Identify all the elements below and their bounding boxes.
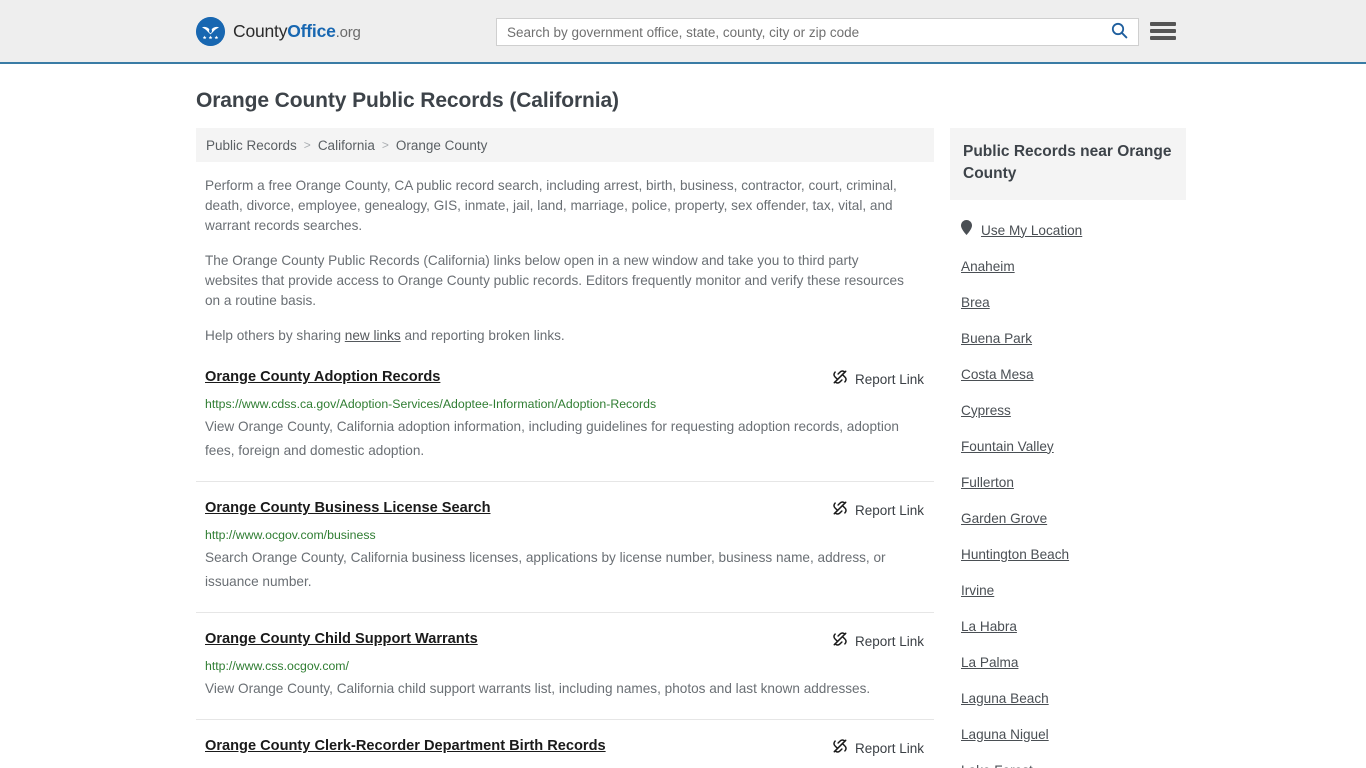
record-header: Orange County Business License Search Re… [205, 499, 934, 521]
help-suffix-text: and reporting broken links. [400, 328, 565, 343]
report-link-label: Report Link [854, 372, 924, 387]
sidebar-item-la-habra[interactable]: La Habra [950, 608, 1186, 644]
search-button[interactable] [1100, 19, 1138, 45]
records-list: Orange County Adoption Records Report Li… [196, 368, 934, 768]
site-logo[interactable]: CountyOffice.org [196, 16, 361, 46]
city-link[interactable]: Buena Park [961, 331, 1032, 346]
city-link[interactable]: Laguna Beach [961, 691, 1049, 706]
page-title: Orange County Public Records (California… [196, 89, 619, 112]
record-title-link[interactable]: Orange County Adoption Records [205, 368, 440, 387]
logo-text-office: Office [287, 20, 336, 41]
search-bar [496, 18, 1139, 46]
report-link-label: Report Link [854, 503, 924, 518]
breadcrumb-separator-1: > [303, 138, 311, 152]
sidebar: Public Records near Orange County Use My… [950, 128, 1186, 768]
broken-link-icon [832, 738, 848, 759]
city-link[interactable]: Cypress [961, 403, 1011, 418]
help-prefix-text: Help others by sharing [205, 328, 345, 343]
intro-paragraph-2: The Orange County Public Records (Califo… [205, 253, 904, 308]
sidebar-header-panel: Public Records near Orange County [950, 128, 1186, 200]
sidebar-title: Public Records near Orange County [963, 143, 1172, 182]
sidebar-item-la-palma[interactable]: La Palma [950, 644, 1186, 680]
sidebar-item-cypress[interactable]: Cypress [950, 392, 1186, 428]
record-header: Orange County Adoption Records Report Li… [205, 368, 934, 390]
city-link[interactable]: Irvine [961, 583, 994, 598]
record-url-link[interactable]: http://www.ocgov.com/business [205, 527, 934, 543]
city-link[interactable]: Fullerton [961, 475, 1014, 490]
record-item: Orange County Clerk-Recorder Department … [196, 720, 934, 768]
breadcrumb-item-orange-county: Orange County [395, 137, 488, 153]
record-title-link[interactable]: Orange County Child Support Warrants [205, 630, 478, 649]
city-link[interactable]: Lake Forest [961, 763, 1033, 768]
breadcrumb: Public Records > California > Orange Cou… [196, 128, 934, 162]
sidebar-item-lake-forest[interactable]: Lake Forest [950, 752, 1186, 768]
hamburger-menu-icon-bar-2 [1150, 29, 1176, 33]
sidebar-item-fountain-valley[interactable]: Fountain Valley [950, 428, 1186, 464]
hamburger-menu-icon-bar-3 [1150, 36, 1176, 40]
city-link[interactable]: Huntington Beach [961, 547, 1069, 562]
record-item: Orange County Business License Search Re… [196, 482, 934, 613]
breadcrumb-item-california[interactable]: California [318, 138, 375, 153]
city-link[interactable]: Fountain Valley [961, 439, 1054, 454]
sidebar-item-brea[interactable]: Brea [950, 284, 1186, 320]
sidebar-item-laguna-beach[interactable]: Laguna Beach [950, 680, 1186, 716]
broken-link-icon [832, 369, 848, 390]
breadcrumb-item-public-records[interactable]: Public Records [206, 138, 297, 153]
city-link[interactable]: Garden Grove [961, 511, 1047, 526]
city-link[interactable]: La Palma [961, 655, 1018, 670]
report-link-label: Report Link [854, 634, 924, 649]
record-title-link[interactable]: Orange County Clerk-Recorder Department … [205, 737, 606, 756]
breadcrumb-separator-2: > [381, 138, 389, 152]
search-icon [1111, 22, 1128, 42]
search-input[interactable] [497, 19, 1100, 45]
sidebar-item-costa-mesa[interactable]: Costa Mesa [950, 356, 1186, 392]
record-title-link[interactable]: Orange County Business License Search [205, 499, 490, 518]
city-link[interactable]: La Habra [961, 619, 1017, 634]
city-link[interactable]: Costa Mesa [961, 367, 1034, 382]
sidebar-item-fullerton[interactable]: Fullerton [950, 464, 1186, 500]
content-columns: Public Records > California > Orange Cou… [196, 128, 1186, 768]
hamburger-menu-button[interactable] [1150, 20, 1176, 42]
intro-paragraph-1: Perform a free Orange County, CA public … [205, 178, 897, 233]
record-header: Orange County Clerk-Recorder Department … [205, 737, 934, 759]
help-paragraph: Help others by sharing new links and rep… [205, 326, 915, 346]
sidebar-item-use-my-location[interactable]: Use My Location [950, 212, 1186, 248]
location-pin-icon [961, 220, 972, 240]
sidebar-item-anaheim[interactable]: Anaheim [950, 248, 1186, 284]
main-column: Public Records > California > Orange Cou… [196, 128, 934, 768]
record-description: Search Orange County, California busines… [205, 550, 886, 589]
broken-link-icon [832, 631, 848, 652]
use-my-location-link[interactable]: Use My Location [981, 223, 1082, 238]
sidebar-item-huntington-beach[interactable]: Huntington Beach [950, 536, 1186, 572]
report-link-label: Report Link [854, 741, 924, 756]
site-logo-text: CountyOffice.org [233, 21, 361, 42]
city-link[interactable]: Brea [961, 295, 990, 310]
city-link[interactable]: Laguna Niguel [961, 727, 1049, 742]
sidebar-item-buena-park[interactable]: Buena Park [950, 320, 1186, 356]
city-link[interactable]: Anaheim [961, 259, 1015, 274]
record-item: Orange County Adoption Records Report Li… [196, 368, 934, 482]
report-link-button[interactable]: Report Link [832, 500, 924, 521]
sidebar-item-irvine[interactable]: Irvine [950, 572, 1186, 608]
page-content: Orange County Public Records (California… [0, 89, 1366, 768]
new-links-link[interactable]: new links [345, 328, 401, 343]
record-url-link[interactable]: http://www.css.ocgov.com/ [205, 658, 934, 674]
report-link-button[interactable]: Report Link [832, 631, 924, 652]
hamburger-menu-icon-bar-1 [1150, 22, 1176, 26]
logo-text-org: .org [335, 23, 361, 41]
sidebar-nearby-list: Use My Location Anaheim Brea Buena Park … [950, 212, 1186, 768]
report-link-button[interactable]: Report Link [832, 369, 924, 390]
record-item: Orange County Child Support Warrants Rep… [196, 613, 934, 720]
eagle-shield-logo-icon [196, 16, 225, 46]
record-description: View Orange County, California child sup… [205, 681, 871, 696]
logo-text-county: County [233, 20, 288, 41]
sidebar-item-garden-grove[interactable]: Garden Grove [950, 500, 1186, 536]
broken-link-icon [832, 500, 848, 521]
sidebar-item-laguna-niguel[interactable]: Laguna Niguel [950, 716, 1186, 752]
report-link-button[interactable]: Report Link [832, 738, 924, 759]
record-header: Orange County Child Support Warrants Rep… [205, 630, 934, 652]
record-description: View Orange County, California adoption … [205, 419, 899, 458]
site-header: CountyOffice.org [0, 0, 1366, 64]
record-url-link[interactable]: https://www.cdss.ca.gov/Adoption-Service… [205, 396, 934, 412]
